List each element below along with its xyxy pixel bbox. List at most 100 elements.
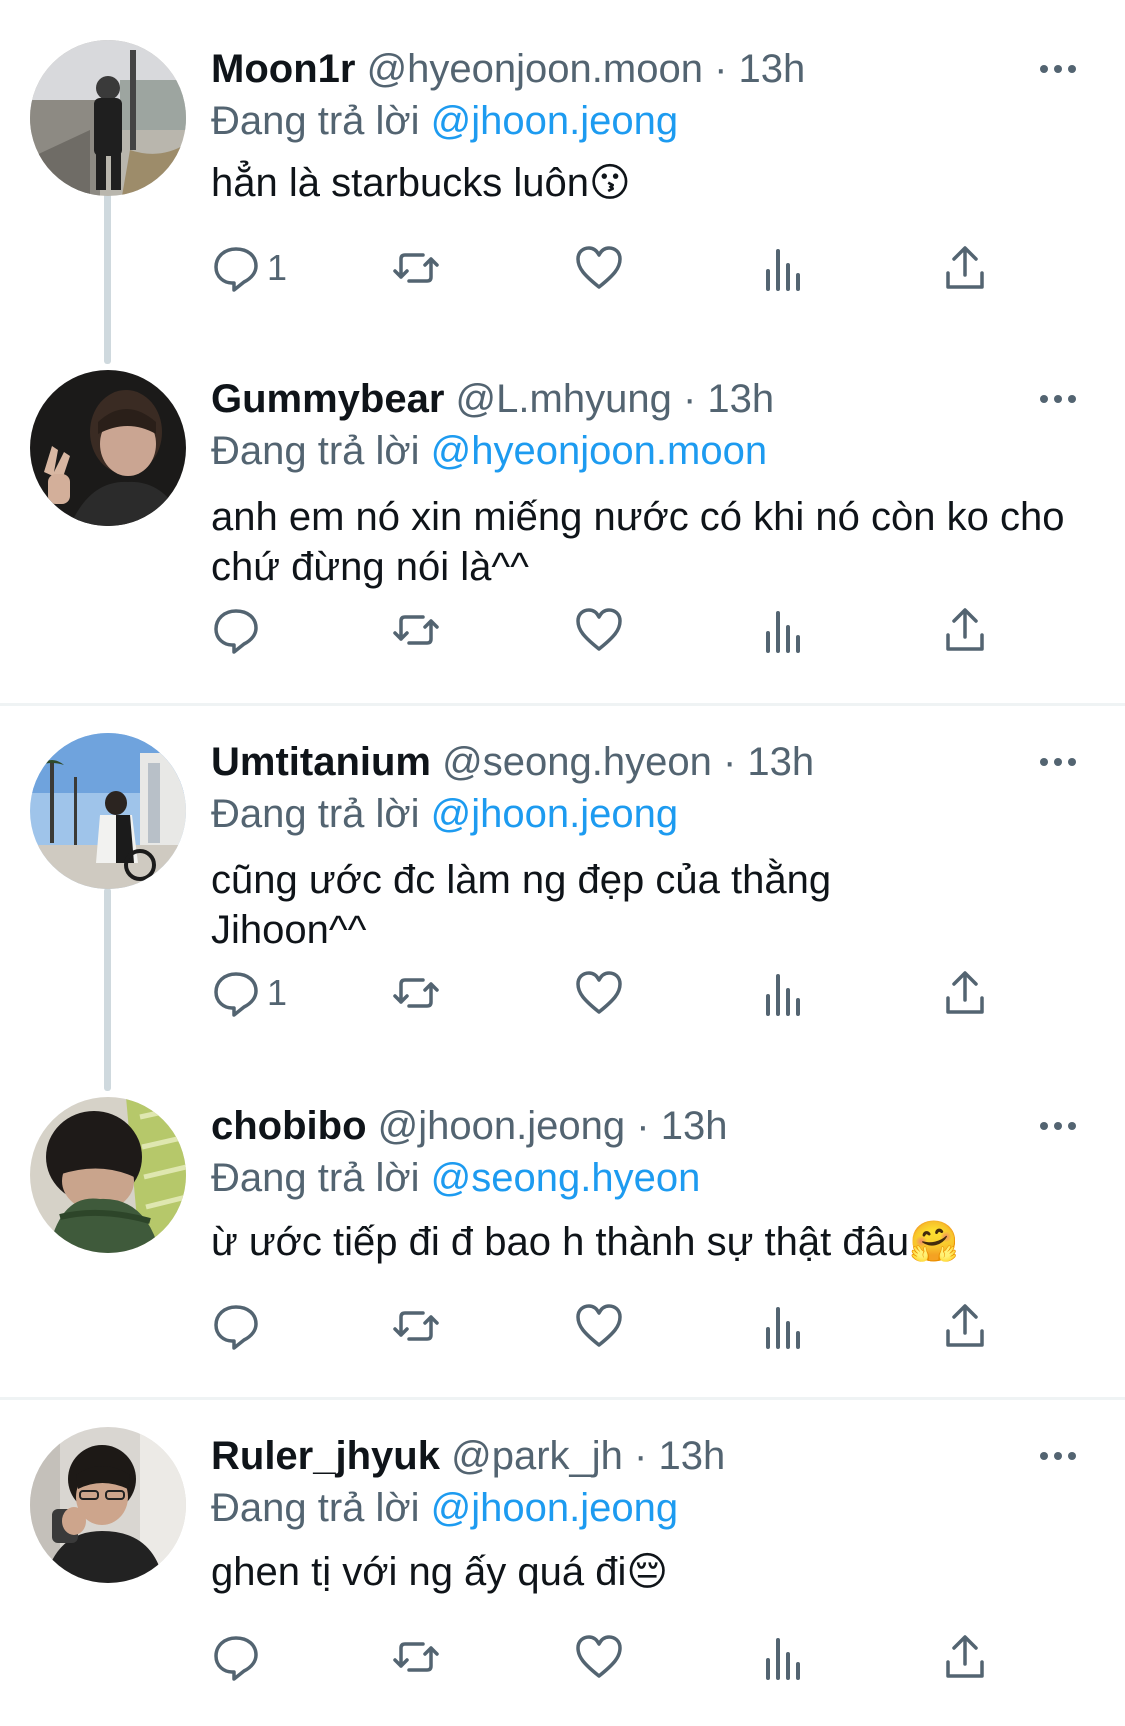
views-button[interactable] xyxy=(758,1298,808,1354)
tweet-header: Ruler_jhyuk @park_jh · 13h xyxy=(211,1431,725,1481)
heart-icon xyxy=(576,1304,622,1347)
separator: · xyxy=(682,377,697,421)
retweet-button[interactable] xyxy=(391,1298,441,1354)
avatar[interactable] xyxy=(30,40,186,196)
more-icon[interactable] xyxy=(1040,1119,1080,1133)
reply-prefix: Đang trả lời xyxy=(211,1486,420,1530)
retweet-button[interactable] xyxy=(391,602,441,658)
like-button[interactable] xyxy=(574,1298,624,1354)
reply-button[interactable] xyxy=(211,1629,267,1685)
tweet[interactable]: Gummybear @L.mhyung · 13h Đang trả lời @… xyxy=(0,370,1125,670)
reply-button[interactable] xyxy=(211,1298,267,1354)
display-name[interactable]: Ruler_jhyuk xyxy=(211,1434,440,1478)
tweet[interactable]: Umtitanium @seong.hyeon · 13h Đang trả l… xyxy=(0,733,1125,1033)
tweet[interactable]: Ruler_jhyuk @park_jh · 13h Đang trả lời … xyxy=(0,1427,1125,1717)
timestamp[interactable]: 13h xyxy=(658,1434,725,1478)
heart-icon xyxy=(576,971,622,1014)
reply-context: Đang trả lời @jhoon.jeong xyxy=(211,96,678,146)
retweet-icon xyxy=(393,253,439,283)
like-button[interactable] xyxy=(574,965,624,1021)
timestamp[interactable]: 13h xyxy=(739,47,806,91)
views-icon xyxy=(766,249,800,291)
timestamp[interactable]: 13h xyxy=(707,377,774,421)
reply-prefix: Đang trả lời xyxy=(211,429,420,473)
tweet-header: Moon1r @hyeonjoon.moon · 13h xyxy=(211,44,805,94)
avatar[interactable] xyxy=(30,1427,186,1583)
share-button[interactable] xyxy=(940,602,990,658)
avatar-image xyxy=(30,733,186,889)
reply-button[interactable]: 1 xyxy=(211,240,287,296)
reply-button[interactable] xyxy=(211,602,267,658)
tweet-text: hẳn là starbucks luôn😗 xyxy=(211,161,631,205)
retweet-button[interactable] xyxy=(391,965,441,1021)
reply-target-link[interactable]: @hyeonjoon.moon xyxy=(431,429,767,473)
reply-icon xyxy=(214,1636,258,1681)
avatar-image xyxy=(30,1097,186,1253)
reply-target-link[interactable]: @jhoon.jeong xyxy=(431,792,678,836)
timestamp[interactable]: 13h xyxy=(747,740,814,784)
reply-icon xyxy=(214,972,258,1017)
separator: · xyxy=(636,1104,650,1148)
more-icon[interactable] xyxy=(1040,62,1080,76)
separator: · xyxy=(714,47,728,91)
reply-target-link[interactable]: @jhoon.jeong xyxy=(431,1486,678,1530)
share-button[interactable] xyxy=(940,1629,990,1685)
views-button[interactable] xyxy=(758,602,808,658)
handle[interactable]: @seong.hyeon xyxy=(442,740,712,784)
action-bar xyxy=(211,602,1091,658)
timestamp[interactable]: 13h xyxy=(661,1104,728,1148)
views-button[interactable] xyxy=(758,240,808,296)
reply-target-link[interactable]: @jhoon.jeong xyxy=(431,99,678,143)
views-button[interactable] xyxy=(758,965,808,1021)
tweet-text: anh em nó xin miếng nước có khi nó còn k… xyxy=(211,495,1065,589)
avatar[interactable] xyxy=(30,1097,186,1253)
handle[interactable]: @hyeonjoon.moon xyxy=(367,47,703,91)
display-name[interactable]: Gummybear xyxy=(211,377,444,421)
share-button[interactable] xyxy=(940,240,990,296)
avatar[interactable] xyxy=(30,370,186,526)
more-icon[interactable] xyxy=(1040,1449,1080,1463)
reply-prefix: Đang trả lời xyxy=(211,1156,420,1200)
retweet-icon xyxy=(393,1311,439,1341)
reply-prefix: Đang trả lời xyxy=(211,792,420,836)
share-button[interactable] xyxy=(940,965,990,1021)
reply-target-link[interactable]: @seong.hyeon xyxy=(431,1156,701,1200)
reply-icon xyxy=(214,609,258,654)
separator: · xyxy=(722,740,737,784)
more-icon[interactable] xyxy=(1040,755,1080,769)
like-button[interactable] xyxy=(574,240,624,296)
tweet[interactable]: Moon1r @hyeonjoon.moon · 13h Đang trả lờ… xyxy=(0,40,1125,340)
display-name[interactable]: chobibo xyxy=(211,1104,367,1148)
tweet-header: Gummybear @L.mhyung · 13h xyxy=(211,374,774,424)
more-icon[interactable] xyxy=(1040,392,1080,406)
reply-button[interactable]: 1 xyxy=(211,965,287,1021)
views-icon xyxy=(766,611,800,653)
retweet-icon xyxy=(393,1642,439,1672)
avatar[interactable] xyxy=(30,733,186,889)
tweet-text: ừ ước tiếp đi đ bao h thành sự thật đâu🤗 xyxy=(211,1220,959,1264)
reply-context: Đang trả lời @seong.hyeon xyxy=(211,1153,700,1203)
avatar-image xyxy=(30,370,186,526)
share-icon xyxy=(946,971,984,1014)
display-name[interactable]: Umtitanium xyxy=(211,740,431,784)
tweet-text: ghen tị với ng ấy quá đi😔 xyxy=(211,1550,669,1594)
tweet-header: chobibo @jhoon.jeong · 13h xyxy=(211,1101,727,1151)
handle[interactable]: @L.mhyung xyxy=(456,377,672,421)
handle[interactable]: @jhoon.jeong xyxy=(378,1104,625,1148)
retweet-button[interactable] xyxy=(391,240,441,296)
reply-icon xyxy=(214,1305,258,1350)
reply-thread: Moon1r @hyeonjoon.moon · 13h Đang trả lờ… xyxy=(0,0,1125,1726)
share-icon xyxy=(946,608,984,651)
retweet-button[interactable] xyxy=(391,1629,441,1685)
tweet[interactable]: chobibo @jhoon.jeong · 13h Đang trả lời … xyxy=(0,1097,1125,1377)
share-icon xyxy=(946,1635,984,1678)
views-button[interactable] xyxy=(758,1629,808,1685)
separator: · xyxy=(634,1434,648,1478)
like-button[interactable] xyxy=(574,1629,624,1685)
share-button[interactable] xyxy=(940,1298,990,1354)
handle[interactable]: @park_jh xyxy=(451,1434,623,1478)
share-icon xyxy=(946,1304,984,1347)
display-name[interactable]: Moon1r xyxy=(211,47,355,91)
like-button[interactable] xyxy=(574,602,624,658)
heart-icon xyxy=(576,1635,622,1678)
